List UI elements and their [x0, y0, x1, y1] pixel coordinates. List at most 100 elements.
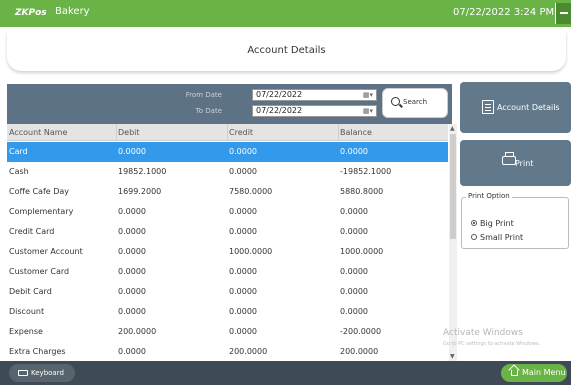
- debit-cell: 0.0000: [118, 307, 146, 316]
- title-card: Account Details: [7, 31, 566, 71]
- document-icon: [482, 100, 494, 114]
- activate-windows-hint: Go to PC settings to activate Windows.: [443, 341, 541, 347]
- big-print-radio[interactable]: Big Print: [471, 219, 514, 228]
- account-details-button-label: Account Details: [497, 103, 560, 112]
- big-print-label: Big Print: [480, 219, 514, 228]
- column-header-debit[interactable]: Debit: [118, 128, 140, 137]
- minimize-button[interactable]: [555, 3, 571, 24]
- column-divider: [227, 124, 228, 141]
- to-date-value: 07/22/2022: [256, 106, 303, 115]
- account-name-cell: Credit Card: [9, 227, 55, 236]
- table-row[interactable]: Expense 200.0000 0.0000 -200.0000: [7, 322, 448, 342]
- credit-cell: 7580.0000: [229, 187, 273, 196]
- balance-cell: 0.0000: [340, 227, 368, 236]
- top-bar: ZKPos Bakery 07/22/2022 3:24 PM: [0, 0, 571, 27]
- debit-cell: 0.0000: [118, 347, 146, 356]
- small-print-radio[interactable]: Small Print: [471, 233, 523, 242]
- balance-cell: 0.0000: [340, 267, 368, 276]
- account-name-cell: Customer Card: [9, 267, 70, 276]
- table-scrollbar[interactable]: ▲ ▼: [449, 124, 457, 361]
- balance-cell: -19852.1000: [340, 167, 392, 176]
- keyboard-button[interactable]: Keyboard: [9, 364, 75, 382]
- table-row[interactable]: Coffe Cafe Day 1699.2000 7580.0000 5880.…: [7, 182, 448, 202]
- print-button[interactable]: Print: [460, 140, 571, 186]
- credit-cell: 1000.0000: [229, 247, 273, 256]
- column-divider: [338, 124, 339, 141]
- table-row[interactable]: Discount 0.0000 0.0000 0.0000: [7, 302, 448, 322]
- accounts-table: Account Name Debit Credit Balance Card 0…: [7, 124, 448, 361]
- search-button[interactable]: Search: [382, 88, 448, 118]
- credit-cell: 0.0000: [229, 227, 257, 236]
- search-button-label: Search: [403, 98, 428, 106]
- account-name-cell: Debit Card: [9, 287, 52, 296]
- column-divider: [116, 124, 117, 141]
- table-row[interactable]: Extra Charges 0.0000 200.0000 200.0000: [7, 342, 448, 361]
- account-name-cell: Extra Charges: [9, 347, 66, 356]
- main-menu-button-label: Main Menu: [522, 368, 566, 377]
- column-header-balance[interactable]: Balance: [340, 128, 372, 137]
- print-option-group: Print Option Big Print Small Print: [461, 192, 569, 249]
- radio-unselected-icon: [471, 234, 477, 240]
- account-name-cell: Complementary: [9, 207, 74, 216]
- credit-cell: 0.0000: [229, 207, 257, 216]
- to-date-field[interactable]: 07/22/2022 ▦▾: [252, 105, 377, 117]
- page-title: Account Details: [247, 45, 326, 56]
- debit-cell: 0.0000: [118, 207, 146, 216]
- account-name-cell: Customer Account: [9, 247, 83, 256]
- bottom-bar: Keyboard Main Menu: [0, 361, 571, 385]
- account-name-cell: Card: [9, 147, 28, 156]
- table-header: Account Name Debit Credit Balance: [7, 124, 448, 141]
- account-name-cell: Cash: [9, 167, 29, 176]
- store-name: Bakery: [55, 6, 90, 17]
- table-row[interactable]: Complementary 0.0000 0.0000 0.0000: [7, 202, 448, 222]
- credit-cell: 0.0000: [229, 287, 257, 296]
- scroll-down-icon[interactable]: ▼: [450, 353, 455, 360]
- balance-cell: 200.0000: [340, 347, 379, 356]
- balance-cell: 0.0000: [340, 307, 368, 316]
- account-name-cell: Coffe Cafe Day: [9, 187, 70, 196]
- account-name-cell: Discount: [9, 307, 45, 316]
- credit-cell: 200.0000: [229, 347, 268, 356]
- balance-cell: 1000.0000: [340, 247, 384, 256]
- table-row[interactable]: Cash 19852.1000 0.0000 -19852.1000: [7, 162, 448, 182]
- credit-cell: 0.0000: [229, 327, 257, 336]
- debit-cell: 0.0000: [118, 267, 146, 276]
- debit-cell: 0.0000: [118, 147, 146, 156]
- table-row[interactable]: Card 0.0000 0.0000 0.0000: [7, 142, 448, 162]
- app-logo: ZKPos: [15, 8, 47, 18]
- radio-selected-icon: [471, 220, 477, 226]
- account-details-button[interactable]: Account Details: [460, 82, 571, 133]
- minus-icon: [560, 12, 568, 14]
- column-header-account-name[interactable]: Account Name: [9, 128, 67, 137]
- table-row[interactable]: Customer Card 0.0000 0.0000 0.0000: [7, 262, 448, 282]
- datetime-display: 07/22/2022 3:24 PM: [453, 7, 555, 18]
- balance-cell: 0.0000: [340, 147, 368, 156]
- search-icon: [391, 97, 400, 106]
- balance-cell: 0.0000: [340, 287, 368, 296]
- scroll-up-icon[interactable]: ▲: [450, 125, 455, 132]
- print-button-label: Print: [515, 159, 534, 168]
- table-row[interactable]: Debit Card 0.0000 0.0000 0.0000: [7, 282, 448, 302]
- from-date-field[interactable]: 07/22/2022 ▦▾: [252, 89, 377, 101]
- from-date-label: From Date: [185, 91, 222, 99]
- print-option-title: Print Option: [466, 192, 512, 200]
- keyboard-button-label: Keyboard: [31, 369, 64, 377]
- table-row[interactable]: Customer Account 0.0000 1000.0000 1000.0…: [7, 242, 448, 262]
- table-row[interactable]: Credit Card 0.0000 0.0000 0.0000: [7, 222, 448, 242]
- debit-cell: 0.0000: [118, 227, 146, 236]
- balance-cell: -200.0000: [340, 327, 382, 336]
- debit-cell: 200.0000: [118, 327, 157, 336]
- debit-cell: 19852.1000: [118, 167, 167, 176]
- calendar-icon[interactable]: ▦▾: [363, 90, 373, 100]
- credit-cell: 0.0000: [229, 307, 257, 316]
- small-print-label: Small Print: [480, 233, 524, 242]
- column-header-credit[interactable]: Credit: [229, 128, 253, 137]
- balance-cell: 0.0000: [340, 207, 368, 216]
- calendar-icon[interactable]: ▦▾: [363, 106, 373, 116]
- main-menu-button[interactable]: Main Menu: [501, 364, 567, 382]
- keyboard-icon: [18, 370, 28, 376]
- scrollbar-thumb[interactable]: [450, 134, 456, 239]
- credit-cell: 0.0000: [229, 147, 257, 156]
- account-name-cell: Expense: [9, 327, 43, 336]
- from-date-value: 07/22/2022: [256, 90, 303, 99]
